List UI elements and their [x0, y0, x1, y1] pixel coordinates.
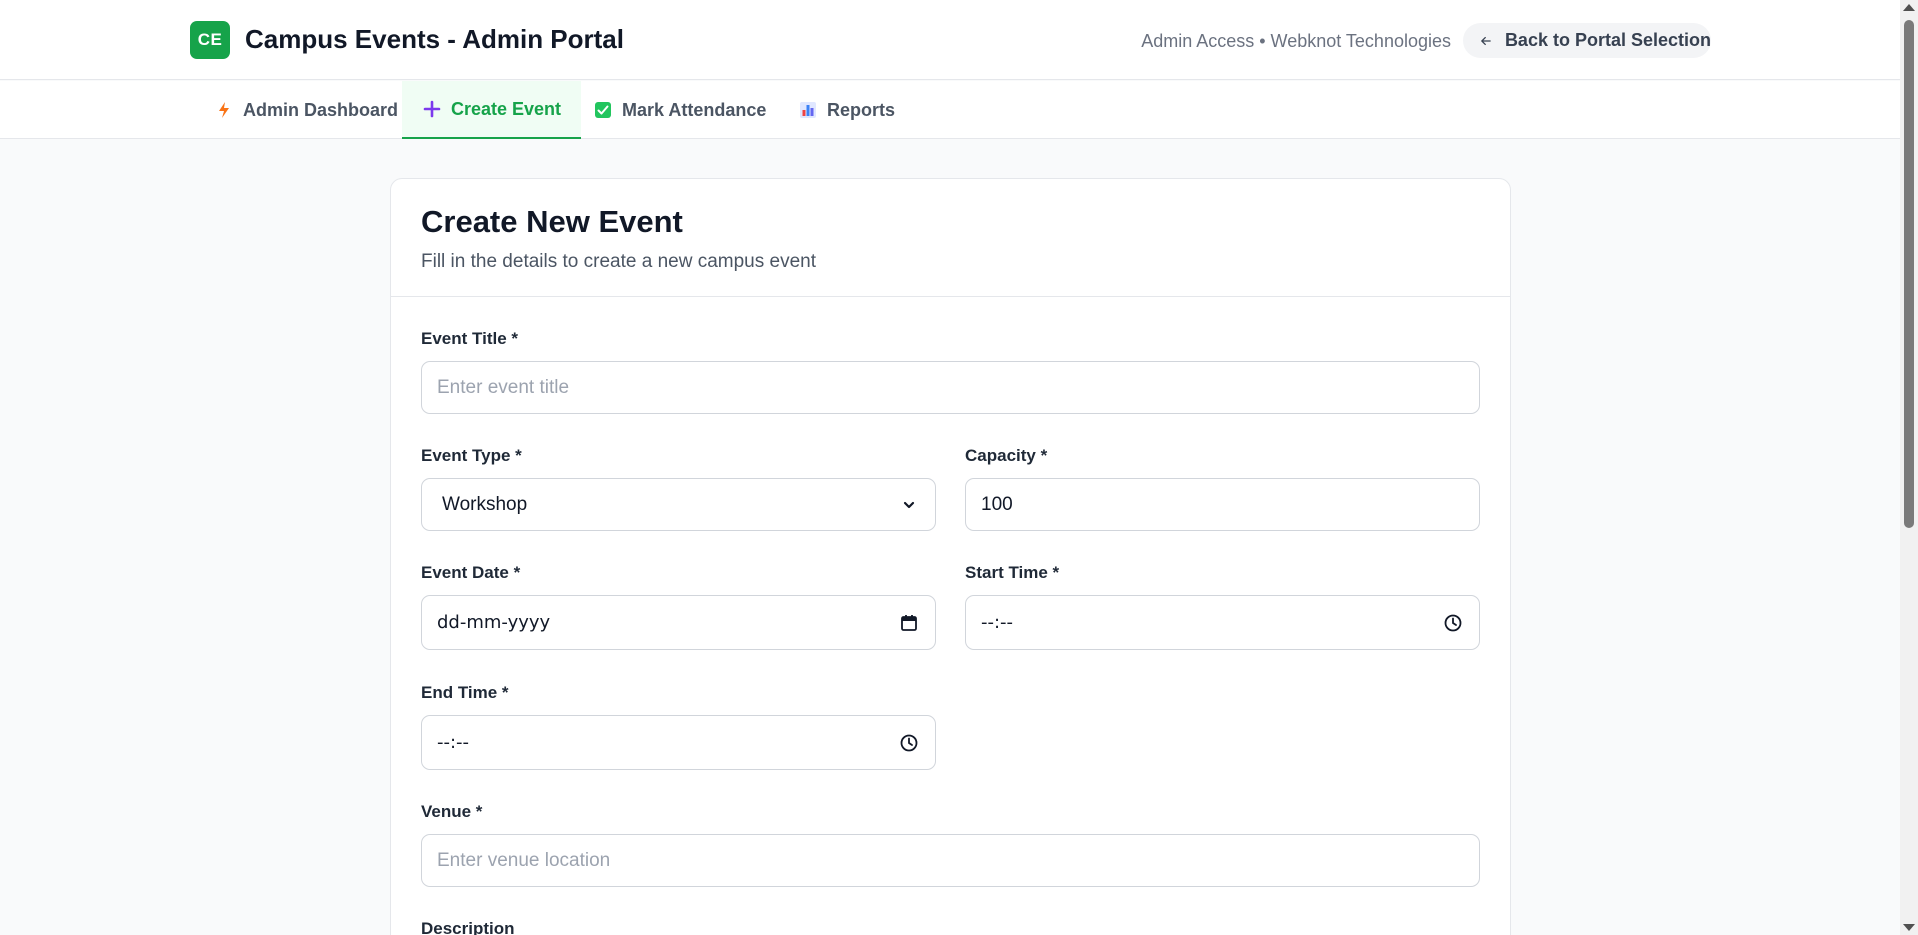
- page-scrollbar[interactable]: [1900, 0, 1918, 935]
- tab-label: Reports: [827, 99, 896, 120]
- capacity-label: Capacity *: [965, 446, 1048, 465]
- calendar-icon[interactable]: [899, 613, 919, 633]
- start-time-input[interactable]: --:--: [965, 595, 1480, 650]
- event-title-input[interactable]: Enter event title: [421, 361, 1480, 414]
- start-time-label: Start Time *: [965, 563, 1060, 582]
- tab-admin-dashboard[interactable]: Admin Dashboard: [194, 81, 418, 139]
- tab-mark-attendance[interactable]: Mark Attendance: [573, 81, 786, 139]
- event-date-mask: dd-mm-yyyy: [437, 612, 551, 633]
- start-time-mask: --:--: [981, 612, 1014, 633]
- arrow-left-icon: [1481, 36, 1491, 45]
- event-title-placeholder: Enter event title: [437, 376, 570, 398]
- end-time-label: End Time *: [421, 683, 509, 702]
- lightning-icon: [214, 100, 234, 120]
- event-title-label: Event Title *: [421, 329, 518, 348]
- tab-label: Admin Dashboard: [243, 99, 399, 120]
- scroll-down-icon[interactable]: [1903, 924, 1915, 931]
- chevron-down-icon: [903, 501, 915, 508]
- checkbox-icon: [593, 100, 613, 120]
- scroll-up-icon[interactable]: [1903, 4, 1915, 11]
- end-time-input[interactable]: --:--: [421, 715, 936, 770]
- top-header: CE Campus Events - Admin Portal Admin Ac…: [0, 0, 1900, 80]
- end-time-mask: --:--: [437, 732, 470, 753]
- bar-chart-icon: [798, 100, 818, 120]
- venue-input[interactable]: Enter venue location: [421, 834, 1480, 887]
- tab-label: Mark Attendance: [622, 99, 767, 120]
- event-type-label: Event Type *: [421, 446, 522, 465]
- scroll-thumb[interactable]: [1904, 20, 1914, 528]
- form-subtitle: Fill in the details to create a new camp…: [421, 251, 816, 272]
- create-event-card: Create New Event Fill in the details to …: [390, 178, 1511, 935]
- app-logo: CE: [190, 21, 230, 59]
- tab-bar: Admin Dashboard Create Event Mark Attend…: [0, 81, 1900, 139]
- event-date-input[interactable]: dd-mm-yyyy: [421, 595, 936, 650]
- plus-icon: [422, 99, 442, 119]
- capacity-value: 100: [981, 493, 1013, 515]
- tab-create-event[interactable]: Create Event: [402, 81, 582, 139]
- back-to-portal-button[interactable]: Back to Portal Selection: [1463, 23, 1711, 58]
- back-button-label: Back to Portal Selection: [1504, 30, 1711, 50]
- app-title: Campus Events - Admin Portal: [245, 24, 624, 54]
- access-info: Admin Access • Webknot Technologies: [1141, 31, 1451, 51]
- event-type-value: Workshop: [442, 493, 528, 515]
- tab-reports[interactable]: Reports: [778, 81, 915, 139]
- card-header: Create New Event Fill in the details to …: [391, 179, 1510, 297]
- clock-icon[interactable]: [899, 733, 919, 753]
- event-type-select[interactable]: Workshop: [421, 478, 936, 531]
- description-label: Description: [421, 919, 515, 935]
- capacity-input[interactable]: 100: [965, 478, 1480, 531]
- form-title: Create New Event: [421, 204, 683, 239]
- venue-placeholder: Enter venue location: [437, 849, 611, 871]
- venue-label: Venue *: [421, 802, 483, 821]
- tab-label: Create Event: [451, 98, 562, 119]
- clock-icon[interactable]: [1443, 613, 1463, 633]
- event-date-label: Event Date *: [421, 563, 521, 582]
